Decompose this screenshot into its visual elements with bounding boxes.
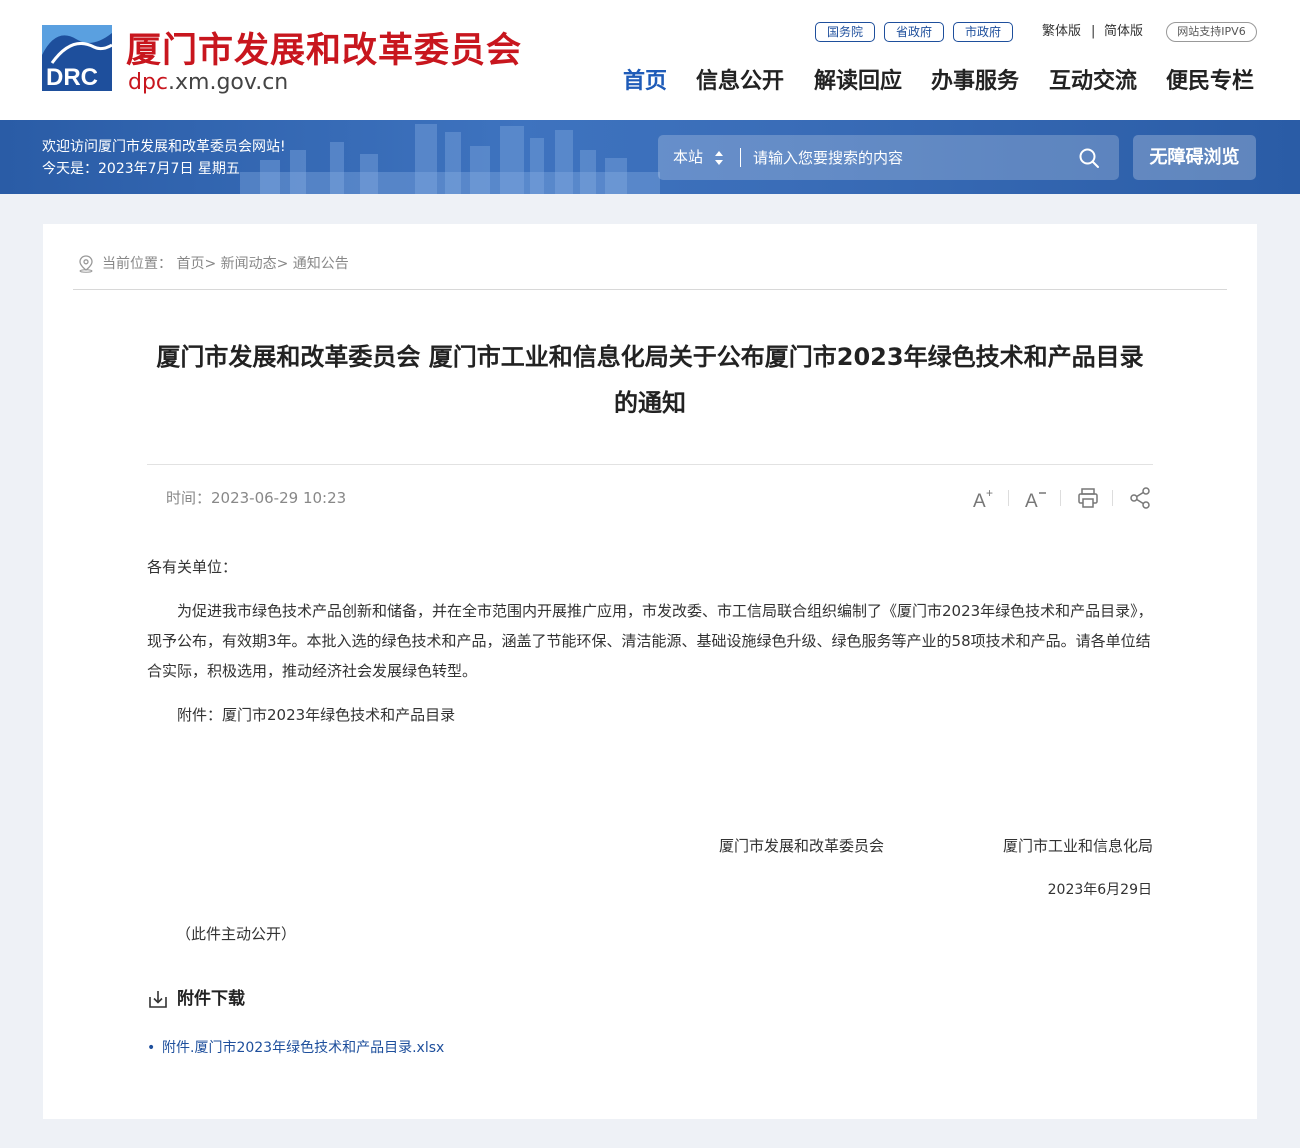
- welcome-text: 欢迎访问厦门市发展和改革委员会网站!: [42, 139, 286, 155]
- top-links: 国务院 省政府 市政府 繁体版 | 简体版 网站支持IPV6: [0, 20, 1300, 44]
- accessibility-button[interactable]: 无障碍浏览: [1133, 135, 1256, 180]
- font-decrease-icon[interactable]: A: [1024, 486, 1048, 510]
- svg-text:A: A: [973, 491, 986, 510]
- site-header: DRC 厦门市发展和改革委员会 dpc.xm.gov.cn 国务院 省政府 市政…: [0, 0, 1300, 120]
- nav-interpretation[interactable]: 解读回应: [814, 66, 902, 98]
- tool-separator: [1008, 490, 1009, 506]
- lang-traditional[interactable]: 繁体版: [1042, 23, 1081, 41]
- print-icon[interactable]: [1076, 486, 1100, 510]
- tool-separator: [1060, 490, 1061, 506]
- search-scope-select[interactable]: 本站: [673, 135, 703, 180]
- link-state-council[interactable]: 国务院: [815, 22, 875, 42]
- list-bullet: •: [147, 1040, 156, 1056]
- sort-arrows-icon[interactable]: [714, 150, 724, 166]
- link-province-gov[interactable]: 省政府: [884, 22, 944, 42]
- search-input[interactable]: [753, 135, 1063, 180]
- nav-convenience[interactable]: 便民专栏: [1166, 66, 1254, 98]
- attachment-line: 附件：厦门市2023年绿色技术和产品目录: [177, 706, 456, 724]
- signer-miit: 厦门市工业和信息化局: [1003, 837, 1154, 855]
- ipv6-badge: 网站支持IPV6: [1166, 22, 1257, 42]
- lang-simplified[interactable]: 简体版: [1104, 23, 1143, 41]
- article-title: 厦门市发展和改革委员会 厦门市工业和信息化局关于公布厦门市2023年绿色技术和产…: [156, 343, 1144, 417]
- search-icon[interactable]: [1078, 147, 1100, 169]
- nav-services[interactable]: 办事服务: [931, 66, 1019, 98]
- share-icon[interactable]: [1128, 486, 1152, 510]
- font-increase-icon[interactable]: A +: [972, 486, 996, 510]
- attachment-download-link[interactable]: • 附件.厦门市2023年绿色技术和产品目录.xlsx: [147, 1035, 444, 1061]
- nav-home[interactable]: 首页: [623, 66, 667, 98]
- search-box: 本站: [658, 135, 1119, 180]
- salutation: 各有关单位：: [147, 558, 238, 576]
- article-paragraph: 为促进我市绿色技术产品创新和储备，并在全市范围内开展推广应用，市发改委、市工信局…: [147, 602, 1153, 680]
- download-section-title: 附件下载: [177, 989, 245, 1009]
- nav-info-public[interactable]: 信息公开: [696, 66, 784, 98]
- link-city-gov[interactable]: 市政府: [953, 22, 1013, 42]
- lang-separator: |: [1091, 24, 1096, 39]
- banner: 欢迎访问厦门市发展和改革委员会网站! 今天是：2023年7月7日 星期五 本站 …: [0, 120, 1300, 194]
- today-date: 今天是：2023年7月7日 星期五: [42, 161, 240, 177]
- svg-text:A: A: [1025, 491, 1038, 510]
- breadcrumb-divider: [73, 289, 1227, 290]
- breadcrumb-text[interactable]: 当前位置： 首页> 新闻动态> 通知公告: [102, 254, 349, 274]
- search-divider: [740, 148, 741, 167]
- article-card: 当前位置： 首页> 新闻动态> 通知公告 厦门市发展和改革委员会 厦门市工业和信…: [43, 224, 1257, 1119]
- welcome-message: 欢迎访问厦门市发展和改革委员会网站! 今天是：2023年7月7日 星期五: [42, 136, 286, 180]
- publish-time: 时间：2023-06-29 10:23: [166, 489, 347, 507]
- public-note: （此件主动公开）: [176, 925, 297, 943]
- location-pin-icon: [79, 255, 93, 273]
- download-icon: [149, 991, 167, 1008]
- tool-separator: [1112, 490, 1113, 506]
- attachment-filename: 附件.厦门市2023年绿色技术和产品目录.xlsx: [162, 1040, 445, 1056]
- signer-drc: 厦门市发展和改革委员会: [719, 837, 885, 855]
- title-divider: [147, 464, 1153, 465]
- svg-text:+: +: [986, 486, 993, 500]
- sign-date: 2023年6月29日: [1047, 882, 1152, 898]
- main-nav: 首页 信息公开 解读回应 办事服务 互动交流 便民专栏: [0, 66, 1300, 98]
- nav-interaction[interactable]: 互动交流: [1049, 66, 1137, 98]
